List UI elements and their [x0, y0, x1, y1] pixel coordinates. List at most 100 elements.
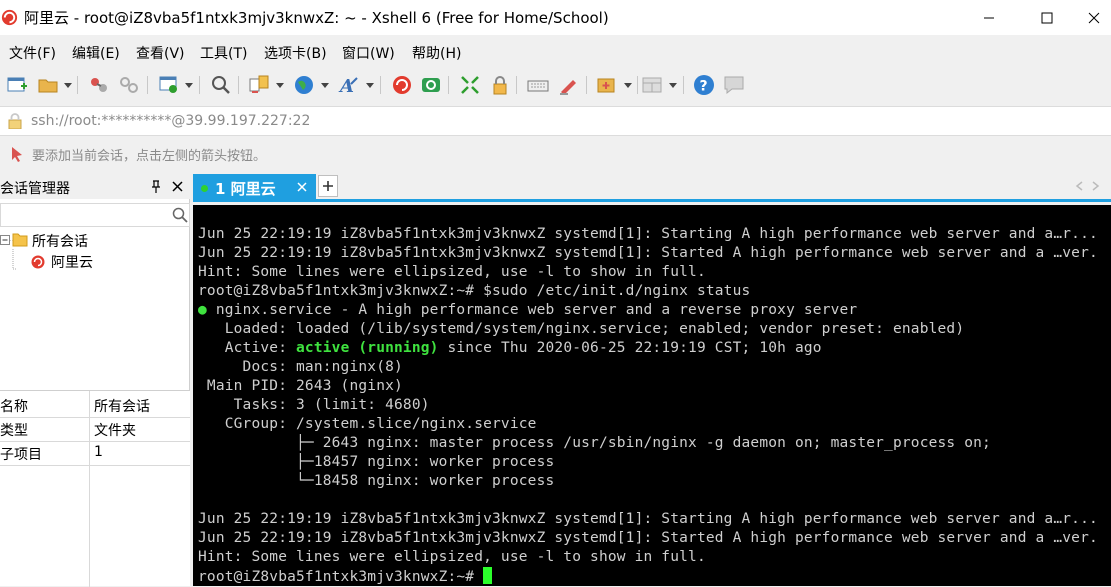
search-icon[interactable] — [172, 207, 188, 223]
svg-text:A: A — [338, 76, 354, 96]
properties-icon[interactable] — [158, 74, 180, 96]
menu-file[interactable]: 文件(F) — [9, 43, 56, 63]
prop-value: 文件夹 — [94, 423, 136, 439]
connect-icon[interactable] — [88, 74, 110, 96]
prompt-text: root@iZ8vba5f1ntxk3mjv3knwxZ:~# — [198, 569, 484, 585]
toolbar-separator — [380, 76, 381, 94]
fullscreen-icon[interactable] — [459, 74, 481, 96]
close-panel-icon[interactable] — [172, 181, 183, 192]
chat-bubble-icon[interactable] — [723, 74, 745, 96]
toolbar: A ? — [0, 68, 1111, 102]
transfer-dropdown-icon[interactable] — [276, 83, 284, 88]
prop-value: 1 — [94, 444, 103, 460]
terminal-line-text: since Thu 2020-06-25 22:19:19 CST; 10h a… — [438, 340, 822, 356]
properties-dropdown-icon[interactable] — [185, 83, 193, 88]
hint-text: 要添加当前会话，点击左侧的箭头按钮。 — [32, 149, 267, 164]
keyboard-icon[interactable] — [527, 74, 549, 96]
add-session-arrow-icon[interactable] — [9, 145, 25, 163]
menu-edit[interactable]: 编辑(E) — [72, 43, 120, 63]
connected-status-dot — [201, 185, 208, 192]
xftp-icon[interactable] — [420, 74, 442, 96]
prop-row-type: 类型 文件夹 — [0, 417, 190, 442]
terminal-line: Active: active (running) since Thu 2020-… — [198, 339, 1111, 358]
xshell-logo-icon[interactable] — [391, 74, 413, 96]
tab-scroll-right-icon[interactable] — [1092, 181, 1100, 191]
maximize-button[interactable] — [1024, 0, 1070, 35]
maximize-icon — [1041, 12, 1053, 23]
menu-window[interactable]: 窗口(W) — [342, 43, 395, 63]
search-icon[interactable] — [210, 74, 232, 96]
terminal-line: ├─ 2643 nginx: master process /usr/sbin/… — [198, 435, 991, 451]
new-session-icon[interactable] — [6, 74, 28, 96]
session-manager-header: 会话管理器 — [0, 175, 190, 199]
toolbar-separator — [199, 76, 200, 94]
tab-label: 1 阿里云 — [215, 180, 276, 198]
terminal-line: Loaded: loaded (/lib/systemd/system/ngin… — [198, 321, 965, 337]
menu-view[interactable]: 查看(V) — [136, 43, 185, 63]
close-window-button[interactable] — [1076, 0, 1111, 35]
terminal-line: Docs: man:nginx(8) — [198, 359, 403, 375]
close-icon — [1088, 12, 1099, 23]
new-tab-button[interactable] — [318, 175, 338, 197]
minimize-button[interactable] — [966, 0, 1012, 35]
title-bar[interactable]: 阿里云 - root@iZ8vba5f1ntxk3mjv3knwxZ: ~ - … — [0, 0, 1111, 35]
address-bar[interactable]: ssh://root:**********@39.99.197.227:22 — [0, 106, 1111, 136]
tab-scroll-left-icon[interactable] — [1075, 181, 1083, 191]
session-manager-title: 会话管理器 — [0, 181, 70, 197]
open-folder-icon[interactable] — [37, 74, 59, 96]
tree-item-aliyun[interactable]: 阿里云 — [51, 252, 93, 272]
globe-icon[interactable] — [293, 74, 315, 96]
session-tree: 所有会话 阿里云 — [0, 231, 190, 381]
layout-grid-icon[interactable] — [641, 74, 663, 96]
globe-dropdown-icon[interactable] — [321, 83, 329, 88]
hint-bar: 要添加当前会话，点击左侧的箭头按钮。 — [0, 140, 1111, 168]
menu-tools[interactable]: 工具(T) — [200, 43, 247, 63]
toolbar-separator — [77, 76, 78, 94]
add-layout-icon[interactable] — [596, 74, 618, 96]
open-dropdown-icon[interactable] — [64, 83, 72, 88]
terminal-line-text: nginx.service - A high performance web s… — [215, 302, 858, 318]
svg-text:?: ? — [700, 79, 708, 95]
tree-item-all-sessions[interactable]: 所有会话 — [32, 231, 88, 251]
prop-row-name: 名称 所有会话 — [0, 393, 190, 418]
prop-key: 名称 — [0, 399, 28, 415]
terminal-line: Tasks: 3 (limit: 4680) — [198, 397, 430, 413]
terminal-line: Jun 25 22:19:19 iZ8vba5f1ntxk3mjv3knwxZ … — [198, 511, 1098, 527]
font-dropdown-icon[interactable] — [366, 83, 374, 88]
terminal-line: Hint: Some lines were ellipsized, use -l… — [198, 264, 706, 280]
font-icon[interactable]: A — [338, 74, 360, 96]
terminal-line: ├─18457 nginx: worker process — [198, 454, 555, 470]
toolbar-separator — [147, 76, 148, 94]
tab-aliyun[interactable]: 1 阿里云 — [193, 174, 316, 202]
help-icon[interactable]: ? — [693, 74, 715, 96]
collapse-icon[interactable] — [0, 235, 10, 245]
tab-close-icon[interactable] — [294, 177, 310, 197]
terminal-line: Jun 25 22:19:19 iZ8vba5f1ntxk3mjv3knwxZ … — [198, 530, 1098, 546]
session-search-input[interactable] — [0, 203, 190, 227]
menu-help[interactable]: 帮助(H) — [412, 43, 461, 63]
prop-key: 子项目 — [0, 447, 42, 463]
xshell-app-icon[interactable] — [0, 8, 19, 27]
terminal-line: └─18458 nginx: worker process — [198, 473, 555, 489]
toolbar-separator — [637, 76, 638, 94]
add-layout-dropdown-icon[interactable] — [624, 83, 632, 88]
transfer-icon[interactable] — [248, 74, 270, 96]
layout-dropdown-icon[interactable] — [669, 83, 677, 88]
terminal[interactable]: Jun 25 22:19:19 iZ8vba5f1ntxk3mjv3knwxZ … — [193, 205, 1111, 586]
prop-value: 所有会话 — [94, 399, 150, 415]
disconnect-icon[interactable] — [118, 74, 140, 96]
toolbar-separator — [448, 76, 449, 94]
terminal-line: CGroup: /system.slice/nginx.service — [198, 416, 537, 432]
terminal-output: Jun 25 22:19:19 iZ8vba5f1ntxk3mjv3knwxZ … — [198, 225, 1111, 586]
menu-tabs[interactable]: 选项卡(B) — [264, 43, 327, 63]
plus-icon — [323, 181, 333, 191]
pin-icon[interactable] — [150, 180, 162, 194]
highlight-pen-icon[interactable] — [557, 74, 579, 96]
terminal-line: root@iZ8vba5f1ntxk3mjv3knwxZ:~# $sudo /e… — [198, 283, 751, 299]
terminal-line: Hint: Some lines were ellipsized, use -l… — [198, 549, 706, 565]
lock-icon[interactable] — [489, 74, 511, 96]
service-status-dot: ● — [198, 302, 207, 318]
terminal-line: Jun 25 22:19:19 iZ8vba5f1ntxk3mjv3knwxZ … — [198, 245, 1098, 261]
address-input[interactable]: ssh://root:**********@39.99.197.227:22 — [31, 113, 310, 129]
